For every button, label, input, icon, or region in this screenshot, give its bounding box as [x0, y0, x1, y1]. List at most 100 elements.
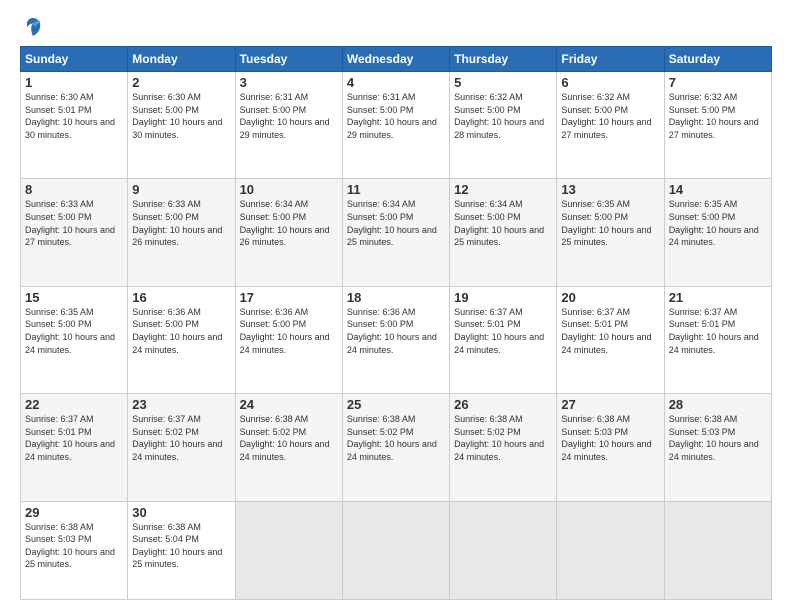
cell-info: Sunrise: 6:37 AMSunset: 5:01 PMDaylight:… — [25, 413, 123, 463]
calendar-cell: 7Sunrise: 6:32 AMSunset: 5:00 PMDaylight… — [664, 72, 771, 179]
calendar-cell — [450, 501, 557, 600]
calendar-cell: 24Sunrise: 6:38 AMSunset: 5:02 PMDayligh… — [235, 394, 342, 501]
cell-day-number: 5 — [454, 75, 552, 90]
calendar-cell: 14Sunrise: 6:35 AMSunset: 5:00 PMDayligh… — [664, 179, 771, 286]
cell-day-number: 24 — [240, 397, 338, 412]
calendar-cell: 11Sunrise: 6:34 AMSunset: 5:00 PMDayligh… — [342, 179, 449, 286]
calendar-cell: 6Sunrise: 6:32 AMSunset: 5:00 PMDaylight… — [557, 72, 664, 179]
calendar-header-row: SundayMondayTuesdayWednesdayThursdayFrid… — [21, 47, 772, 72]
cell-info: Sunrise: 6:35 AMSunset: 5:00 PMDaylight:… — [25, 306, 123, 356]
cell-day-number: 8 — [25, 182, 123, 197]
calendar-row-0: 1Sunrise: 6:30 AMSunset: 5:01 PMDaylight… — [21, 72, 772, 179]
cell-day-number: 15 — [25, 290, 123, 305]
cell-info: Sunrise: 6:38 AMSunset: 5:03 PMDaylight:… — [669, 413, 767, 463]
calendar-cell: 2Sunrise: 6:30 AMSunset: 5:00 PMDaylight… — [128, 72, 235, 179]
cell-day-number: 13 — [561, 182, 659, 197]
cell-info: Sunrise: 6:37 AMSunset: 5:01 PMDaylight:… — [454, 306, 552, 356]
day-header-saturday: Saturday — [664, 47, 771, 72]
cell-day-number: 1 — [25, 75, 123, 90]
calendar-cell: 3Sunrise: 6:31 AMSunset: 5:00 PMDaylight… — [235, 72, 342, 179]
cell-day-number: 23 — [132, 397, 230, 412]
calendar-cell: 26Sunrise: 6:38 AMSunset: 5:02 PMDayligh… — [450, 394, 557, 501]
cell-day-number: 29 — [25, 505, 123, 520]
cell-info: Sunrise: 6:32 AMSunset: 5:00 PMDaylight:… — [561, 91, 659, 141]
calendar-cell: 20Sunrise: 6:37 AMSunset: 5:01 PMDayligh… — [557, 286, 664, 393]
calendar-cell: 15Sunrise: 6:35 AMSunset: 5:00 PMDayligh… — [21, 286, 128, 393]
day-header-tuesday: Tuesday — [235, 47, 342, 72]
calendar-cell: 16Sunrise: 6:36 AMSunset: 5:00 PMDayligh… — [128, 286, 235, 393]
calendar-cell: 13Sunrise: 6:35 AMSunset: 5:00 PMDayligh… — [557, 179, 664, 286]
cell-info: Sunrise: 6:34 AMSunset: 5:00 PMDaylight:… — [454, 198, 552, 248]
day-header-friday: Friday — [557, 47, 664, 72]
cell-info: Sunrise: 6:38 AMSunset: 5:02 PMDaylight:… — [240, 413, 338, 463]
cell-day-number: 18 — [347, 290, 445, 305]
cell-info: Sunrise: 6:38 AMSunset: 5:03 PMDaylight:… — [561, 413, 659, 463]
cell-day-number: 20 — [561, 290, 659, 305]
cell-day-number: 17 — [240, 290, 338, 305]
cell-day-number: 25 — [347, 397, 445, 412]
cell-day-number: 27 — [561, 397, 659, 412]
cell-day-number: 19 — [454, 290, 552, 305]
calendar-cell: 29Sunrise: 6:38 AMSunset: 5:03 PMDayligh… — [21, 501, 128, 600]
cell-day-number: 2 — [132, 75, 230, 90]
cell-info: Sunrise: 6:35 AMSunset: 5:00 PMDaylight:… — [561, 198, 659, 248]
calendar-cell: 4Sunrise: 6:31 AMSunset: 5:00 PMDaylight… — [342, 72, 449, 179]
cell-info: Sunrise: 6:32 AMSunset: 5:00 PMDaylight:… — [669, 91, 767, 141]
cell-info: Sunrise: 6:35 AMSunset: 5:00 PMDaylight:… — [669, 198, 767, 248]
day-header-sunday: Sunday — [21, 47, 128, 72]
cell-day-number: 3 — [240, 75, 338, 90]
cell-info: Sunrise: 6:33 AMSunset: 5:00 PMDaylight:… — [25, 198, 123, 248]
cell-info: Sunrise: 6:38 AMSunset: 5:02 PMDaylight:… — [347, 413, 445, 463]
calendar-cell: 30Sunrise: 6:38 AMSunset: 5:04 PMDayligh… — [128, 501, 235, 600]
cell-info: Sunrise: 6:37 AMSunset: 5:01 PMDaylight:… — [561, 306, 659, 356]
cell-info: Sunrise: 6:34 AMSunset: 5:00 PMDaylight:… — [240, 198, 338, 248]
calendar-cell: 1Sunrise: 6:30 AMSunset: 5:01 PMDaylight… — [21, 72, 128, 179]
calendar-cell — [342, 501, 449, 600]
cell-day-number: 26 — [454, 397, 552, 412]
cell-info: Sunrise: 6:32 AMSunset: 5:00 PMDaylight:… — [454, 91, 552, 141]
cell-day-number: 7 — [669, 75, 767, 90]
cell-info: Sunrise: 6:38 AMSunset: 5:02 PMDaylight:… — [454, 413, 552, 463]
cell-day-number: 4 — [347, 75, 445, 90]
calendar-cell: 28Sunrise: 6:38 AMSunset: 5:03 PMDayligh… — [664, 394, 771, 501]
calendar-cell — [557, 501, 664, 600]
cell-info: Sunrise: 6:30 AMSunset: 5:00 PMDaylight:… — [132, 91, 230, 141]
page: SundayMondayTuesdayWednesdayThursdayFrid… — [0, 0, 792, 612]
day-header-thursday: Thursday — [450, 47, 557, 72]
calendar-cell — [235, 501, 342, 600]
cell-day-number: 21 — [669, 290, 767, 305]
calendar-cell: 25Sunrise: 6:38 AMSunset: 5:02 PMDayligh… — [342, 394, 449, 501]
calendar-cell: 18Sunrise: 6:36 AMSunset: 5:00 PMDayligh… — [342, 286, 449, 393]
calendar-cell: 9Sunrise: 6:33 AMSunset: 5:00 PMDaylight… — [128, 179, 235, 286]
day-header-wednesday: Wednesday — [342, 47, 449, 72]
cell-day-number: 10 — [240, 182, 338, 197]
calendar-cell: 8Sunrise: 6:33 AMSunset: 5:00 PMDaylight… — [21, 179, 128, 286]
calendar-row-2: 15Sunrise: 6:35 AMSunset: 5:00 PMDayligh… — [21, 286, 772, 393]
cell-info: Sunrise: 6:31 AMSunset: 5:00 PMDaylight:… — [240, 91, 338, 141]
calendar-cell: 12Sunrise: 6:34 AMSunset: 5:00 PMDayligh… — [450, 179, 557, 286]
cell-info: Sunrise: 6:36 AMSunset: 5:00 PMDaylight:… — [347, 306, 445, 356]
cell-info: Sunrise: 6:36 AMSunset: 5:00 PMDaylight:… — [240, 306, 338, 356]
calendar-table: SundayMondayTuesdayWednesdayThursdayFrid… — [20, 46, 772, 600]
calendar-cell: 27Sunrise: 6:38 AMSunset: 5:03 PMDayligh… — [557, 394, 664, 501]
cell-day-number: 22 — [25, 397, 123, 412]
cell-day-number: 16 — [132, 290, 230, 305]
cell-day-number: 28 — [669, 397, 767, 412]
cell-day-number: 30 — [132, 505, 230, 520]
cell-day-number: 14 — [669, 182, 767, 197]
calendar-cell: 10Sunrise: 6:34 AMSunset: 5:00 PMDayligh… — [235, 179, 342, 286]
calendar-cell: 5Sunrise: 6:32 AMSunset: 5:00 PMDaylight… — [450, 72, 557, 179]
cell-info: Sunrise: 6:30 AMSunset: 5:01 PMDaylight:… — [25, 91, 123, 141]
cell-info: Sunrise: 6:38 AMSunset: 5:04 PMDaylight:… — [132, 521, 230, 571]
cell-info: Sunrise: 6:38 AMSunset: 5:03 PMDaylight:… — [25, 521, 123, 571]
calendar-cell: 21Sunrise: 6:37 AMSunset: 5:01 PMDayligh… — [664, 286, 771, 393]
cell-day-number: 12 — [454, 182, 552, 197]
logo — [20, 16, 44, 38]
header — [20, 16, 772, 38]
cell-info: Sunrise: 6:36 AMSunset: 5:00 PMDaylight:… — [132, 306, 230, 356]
calendar-cell: 23Sunrise: 6:37 AMSunset: 5:02 PMDayligh… — [128, 394, 235, 501]
cell-day-number: 9 — [132, 182, 230, 197]
calendar-row-4: 29Sunrise: 6:38 AMSunset: 5:03 PMDayligh… — [21, 501, 772, 600]
day-header-monday: Monday — [128, 47, 235, 72]
calendar-row-1: 8Sunrise: 6:33 AMSunset: 5:00 PMDaylight… — [21, 179, 772, 286]
